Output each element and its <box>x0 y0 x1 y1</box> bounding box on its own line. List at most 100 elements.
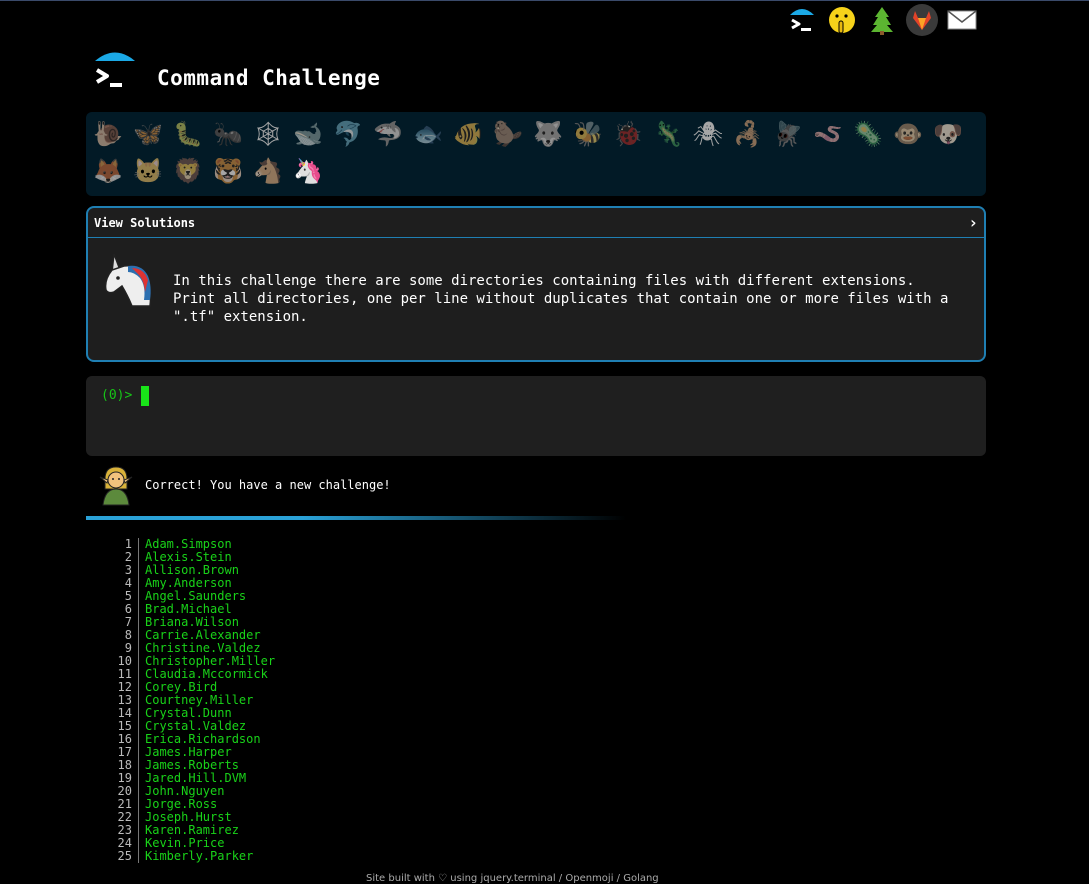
line-separator <box>138 564 139 577</box>
scorpion-glyph: 🦂 <box>733 119 763 148</box>
line-separator <box>138 590 139 603</box>
result-message: Correct! You have a new challenge! <box>145 478 391 492</box>
animal-fly-icon[interactable]: 🪰 <box>772 117 804 150</box>
top-border <box>0 0 1089 1</box>
line-separator <box>138 837 139 850</box>
command-output: 1 Adam.Simpson 2 Alexis.Stein 3 Allison.Brown… <box>110 538 275 863</box>
line-separator <box>138 616 139 629</box>
animal-dog-icon[interactable]: 🐶 <box>932 117 964 150</box>
footer-text: Site built with ♡ using jquery.terminal … <box>366 873 659 884</box>
shark-glyph: 🦈 <box>373 119 403 148</box>
animal-tropical-fish-icon[interactable]: 🐠 <box>452 117 484 150</box>
challenge-selector: 🐌 🦋 🐛 🐜 🕸 🐋 🐬 🦈 🐟 🐠 🦫 🐺 🐝 🐞 🦎 🕷 🦂 🪰 🪱 🦠 🐵 🐶 🦊 🐱 🦁 🐯 🐴 🦄 <box>86 112 986 196</box>
animal-shark-icon[interactable]: 🦈 <box>372 117 404 150</box>
butterfly-glyph: 🦋 <box>133 119 163 148</box>
challenge-description: In this challenge there are some directo… <box>173 273 949 325</box>
line-separator <box>138 694 139 707</box>
line-separator <box>138 629 139 642</box>
ant-glyph: 🐜 <box>213 119 243 148</box>
line-separator <box>138 538 139 551</box>
animal-lion-icon[interactable]: 🦁 <box>172 154 204 187</box>
logo-icon[interactable] <box>93 50 137 94</box>
gitlab-icon[interactable] <box>906 4 938 36</box>
animal-snail-icon[interactable]: 🐌 <box>92 117 124 150</box>
animal-microbe-icon[interactable]: 🦠 <box>852 117 884 150</box>
dolphin-glyph: 🐬 <box>333 119 363 148</box>
animal-caterpillar-icon[interactable]: 🐛 <box>172 117 204 150</box>
chevron-right-icon[interactable]: › <box>968 213 978 232</box>
spider-glyph: 🕷 <box>692 119 724 148</box>
view-solutions-label: View Solutions <box>94 215 196 230</box>
line-text: Kimberly.Parker <box>145 849 254 863</box>
lion-glyph: 🦁 <box>173 156 203 185</box>
animal-whale-icon[interactable]: 🐋 <box>292 117 324 150</box>
spider-web-glyph: 🕸 <box>252 119 284 148</box>
terminal-prompt: (0)> <box>101 388 133 403</box>
tropical-fish-glyph: 🐠 <box>453 119 483 148</box>
line-separator <box>138 642 139 655</box>
line-separator <box>138 850 139 863</box>
dog-glyph: 🐶 <box>933 119 963 148</box>
animal-ant-icon[interactable]: 🐜 <box>212 117 244 150</box>
unicorn-glyph: 🦄 <box>293 156 323 185</box>
fox-glyph: 🦊 <box>93 156 123 185</box>
animal-dolphin-icon[interactable]: 🐬 <box>332 117 364 150</box>
line-separator <box>138 603 139 616</box>
animal-fox-icon[interactable]: 🦊 <box>92 154 124 187</box>
line-separator <box>138 668 139 681</box>
caterpillar-glyph: 🐛 <box>173 119 203 148</box>
page-title: Command Challenge <box>157 66 381 90</box>
line-separator <box>138 733 139 746</box>
line-separator <box>138 772 139 785</box>
line-separator <box>138 811 139 824</box>
line-separator <box>138 746 139 759</box>
animal-horse-icon[interactable]: 🐴 <box>252 154 284 187</box>
line-separator <box>138 655 139 668</box>
animal-scorpion-icon[interactable]: 🦂 <box>732 117 764 150</box>
line-separator <box>138 681 139 694</box>
unicorn-icon <box>98 250 156 308</box>
tree-icon[interactable] <box>866 4 898 36</box>
terminal-icon[interactable] <box>786 4 818 36</box>
terminal[interactable]: (0)> <box>86 376 986 456</box>
terminal-cursor[interactable] <box>141 386 149 406</box>
ladybug-glyph: 🐞 <box>613 119 643 148</box>
line-separator <box>138 551 139 564</box>
bee-glyph: 🐝 <box>573 119 603 148</box>
view-solutions-toggle[interactable]: View Solutions › <box>88 208 984 238</box>
line-separator <box>138 720 139 733</box>
mail-icon[interactable] <box>946 4 978 36</box>
animal-lizard-icon[interactable]: 🦎 <box>652 117 684 150</box>
animal-monkey-icon[interactable]: 🐵 <box>892 117 924 150</box>
fly-glyph: 🪰 <box>773 119 803 148</box>
animal-unicorn-icon[interactable]: 🦄 <box>292 154 324 187</box>
animal-worm-icon[interactable]: 🪱 <box>812 117 844 150</box>
animal-cat-icon[interactable]: 🐱 <box>132 154 164 187</box>
beaver-glyph: 🦫 <box>493 119 523 148</box>
animal-tiger-icon[interactable]: 🐯 <box>212 154 244 187</box>
animal-spider-web-icon[interactable]: 🕸 <box>252 117 284 150</box>
microbe-glyph: 🦠 <box>853 119 883 148</box>
lizard-glyph: 🦎 <box>653 119 683 148</box>
animal-butterfly-icon[interactable]: 🦋 <box>132 117 164 150</box>
line-separator <box>138 785 139 798</box>
line-separator <box>138 707 139 720</box>
elf-icon <box>97 465 135 507</box>
wolf-glyph: 🐺 <box>533 119 563 148</box>
tiger-glyph: 🐯 <box>213 156 243 185</box>
animal-ladybug-icon[interactable]: 🐞 <box>612 117 644 150</box>
monkey-glyph: 🐵 <box>893 119 923 148</box>
shushing-face-icon[interactable] <box>826 4 858 36</box>
animal-fish-icon[interactable]: 🐟 <box>412 117 444 150</box>
line-separator <box>138 759 139 772</box>
result-divider <box>86 516 626 520</box>
line-separator <box>138 577 139 590</box>
animal-beaver-icon[interactable]: 🦫 <box>492 117 524 150</box>
animal-spider-icon[interactable]: 🕷 <box>692 117 724 150</box>
output-line: 25 Kimberly.Parker <box>110 850 275 863</box>
animal-bee-icon[interactable]: 🐝 <box>572 117 604 150</box>
animal-wolf-icon[interactable]: 🐺 <box>532 117 564 150</box>
challenge-panel: View Solutions › In this challenge there… <box>86 206 986 362</box>
cat-glyph: 🐱 <box>133 156 163 185</box>
snail-glyph: 🐌 <box>93 119 123 148</box>
